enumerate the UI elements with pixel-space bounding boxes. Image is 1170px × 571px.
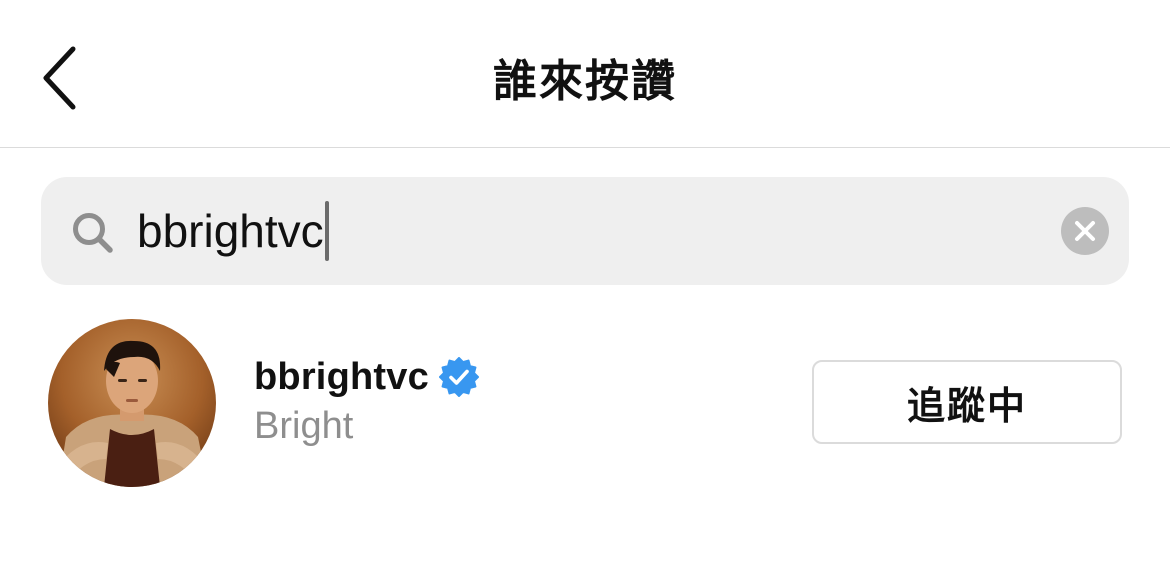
- search-input-value: bbrightvc: [137, 205, 324, 257]
- verified-badge-icon: [438, 357, 479, 397]
- full-name: Bright: [254, 405, 354, 447]
- username-line[interactable]: bbrightvc: [254, 352, 479, 402]
- search-bar[interactable]: bbrightvc: [41, 177, 1129, 285]
- clear-search-button[interactable]: [1061, 207, 1109, 255]
- following-button[interactable]: 追蹤中: [812, 360, 1122, 444]
- top-nav-bar: 誰來按讚: [0, 0, 1170, 148]
- avatar-image: [48, 319, 216, 487]
- list-item[interactable]: bbrightvc Bright 追蹤中: [0, 300, 1170, 500]
- avatar[interactable]: [48, 319, 216, 487]
- search-input[interactable]: bbrightvc: [137, 199, 329, 263]
- username[interactable]: bbrightvc: [254, 356, 429, 399]
- text-cursor: [324, 201, 329, 261]
- page-title: 誰來按讚: [493, 56, 677, 107]
- search-icon: [73, 213, 113, 253]
- clear-circle-icon: [1075, 221, 1095, 241]
